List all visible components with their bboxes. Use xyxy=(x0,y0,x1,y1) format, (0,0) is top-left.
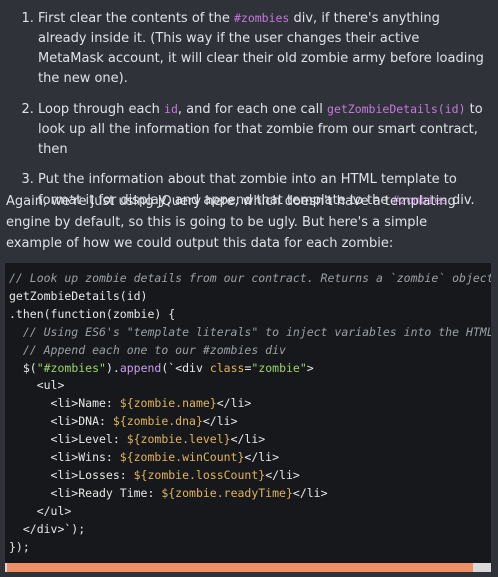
code-line: getZombieDetails(id) xyxy=(9,288,148,303)
code-token: ). xyxy=(105,360,120,375)
step-1: First clear the contents of the #zombies… xyxy=(38,8,486,89)
explanation-paragraph: Again, we're just using JQuery here, whi… xyxy=(6,194,456,251)
code-token: </li> xyxy=(265,467,300,482)
code-token: </li> xyxy=(244,450,280,465)
code-comment: // Using ES6's "template literals" to in… xyxy=(9,324,491,339)
code-block[interactable]: // Look up zombie details from our contr… xyxy=(5,263,491,563)
code-token: <li>Name: xyxy=(9,396,120,411)
code-template-expr: ${zombie.winCount} xyxy=(119,450,245,465)
code-line: <li>DNA: ${zombie.dna}</li> xyxy=(9,414,238,428)
code-line: <li>Wins: ${zombie.winCount}</li> xyxy=(9,450,280,465)
scrollbar-thumb[interactable] xyxy=(7,563,473,572)
code-template-expr: ${zombie.lossCount} xyxy=(133,467,266,482)
code-template-expr: ${zombie.readyTime} xyxy=(161,485,293,500)
code-line: }); xyxy=(9,539,30,554)
code-string: "#zombies" xyxy=(36,360,106,375)
code-template-expr: ${zombie.dna} xyxy=(112,414,203,429)
code-function: append xyxy=(119,360,162,375)
code-token: <li>Wins: xyxy=(9,450,120,465)
horizontal-scrollbar[interactable] xyxy=(5,563,491,572)
code-token: </li> xyxy=(230,432,266,447)
code-line: <li>Name: ${zombie.name}</li> xyxy=(9,396,252,411)
code-line: <ul> xyxy=(9,378,65,393)
code-line: </div>`); xyxy=(9,521,86,536)
code-token: $( xyxy=(9,360,37,375)
code-comment: // Look up zombie details from our contr… xyxy=(9,271,491,285)
code-token: </li> xyxy=(216,396,252,411)
code-string: "zombie" xyxy=(251,360,307,375)
code-line: $("#zombies").append(`<div class="zombie… xyxy=(9,361,314,375)
code-line: </ul> xyxy=(9,503,72,518)
code-token: </li> xyxy=(202,414,238,429)
inline-code: id xyxy=(164,102,178,116)
code-line: .then(function(zombie) { xyxy=(9,306,176,321)
code-template-expr: ${zombie.name} xyxy=(119,396,217,411)
code-comment: // Append each one to our #zombies div xyxy=(9,342,286,357)
steps-list: First clear the contents of the #zombies… xyxy=(0,0,498,211)
code-token: > xyxy=(306,360,314,375)
code-token: <li>Level: xyxy=(9,432,127,447)
code-line: <li>Ready Time: ${zombie.readyTime}</li> xyxy=(9,486,328,500)
inline-code: #zombies xyxy=(233,11,290,25)
code-token: (`<div xyxy=(161,360,210,375)
code-content: // Look up zombie details from our contr… xyxy=(5,263,491,557)
code-line: <li>Level: ${zombie.level}</li> xyxy=(9,432,266,447)
code-token: <li>Losses: xyxy=(9,467,134,482)
step-text: Loop through each xyxy=(38,102,165,117)
code-token: <li>Ready Time: xyxy=(9,485,162,500)
step-text: First clear the contents of the xyxy=(38,11,234,26)
code-line: <li>Losses: ${zombie.lossCount}</li> xyxy=(9,468,300,482)
code-template-expr: ${zombie.level} xyxy=(126,432,231,447)
code-attr: class xyxy=(209,360,245,375)
step-text: , and for each one call xyxy=(177,102,328,117)
step-2: Loop through each id, and for each one c… xyxy=(38,99,486,160)
code-token: </li> xyxy=(292,485,328,500)
inline-code: getZombieDetails(id) xyxy=(327,102,466,116)
code-token: <li>DNA: xyxy=(9,414,113,429)
